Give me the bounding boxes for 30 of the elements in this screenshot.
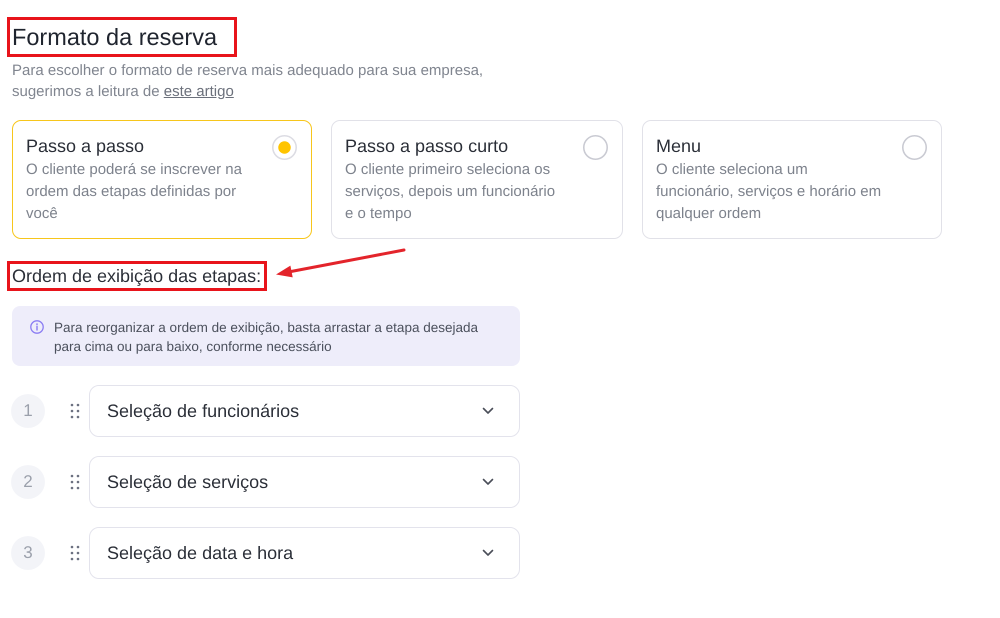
step-number: 3 [11, 536, 45, 570]
option-description: O cliente primeiro seleciona os serviços, depois um funcionário e o tempo [345, 160, 556, 224]
article-link[interactable]: este artigo [164, 83, 234, 100]
step-dropdown[interactable]: Seleção de funcionários [89, 385, 520, 437]
step-number: 2 [11, 465, 45, 499]
chevron-down-icon [482, 549, 494, 557]
option-title: Menu [656, 135, 702, 158]
option-description: O cliente seleciona um funcionário, serviços e horário em qualquer ordem [656, 160, 882, 224]
step-dropdown[interactable]: Seleção de serviços [89, 456, 520, 508]
radio-button[interactable] [583, 135, 608, 160]
intro-text: Para escolher o formato de reserva mais adequado para sua empresa, sugerimos a leitura de este artigo [12, 61, 484, 102]
radio-button[interactable] [902, 135, 927, 160]
chevron-down-icon [482, 478, 494, 486]
page-title: Formato da reserva [7, 17, 238, 57]
step-dropdown[interactable]: Seleção de data e hora [89, 527, 520, 579]
step-number: 1 [11, 394, 45, 428]
option-title: Passo a passo curto [345, 135, 510, 158]
radio-button[interactable] [272, 135, 297, 160]
format-option-card[interactable]: Passo a passo curto O cliente primeiro seleciona os serviços, depois um funcionário e o tempo [331, 120, 623, 239]
option-description: O cliente poderá se inscrever na ordem das etapas definidas por você [26, 160, 243, 224]
format-option-card[interactable]: Passo a passo O cliente poderá se inscrever na ordem das etapas definidas por você [12, 120, 312, 239]
section-heading: Ordem de exibição das etapas: [7, 261, 268, 291]
option-title: Passo a passo [26, 135, 146, 158]
info-icon [30, 320, 44, 334]
drag-handle-icon[interactable] [70, 474, 80, 490]
format-option-card[interactable]: Menu O cliente seleciona um funcionário, serviços e horário em qualquer ordem [642, 120, 942, 239]
drag-handle-icon[interactable] [70, 403, 80, 419]
drag-handle-icon[interactable] [70, 545, 80, 561]
chevron-down-icon [482, 407, 494, 415]
info-text: Para reorganizar a ordem de exibição, basta arrastar a etapa desejada para cima ou para baixo, conforme necessário [54, 319, 480, 356]
